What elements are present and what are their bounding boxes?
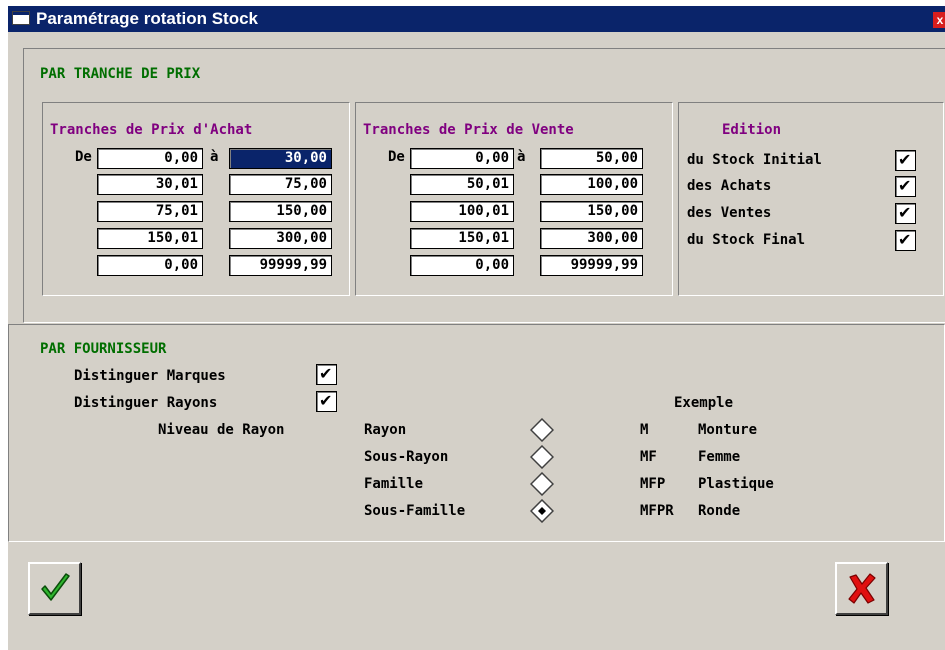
price-section-heading: PAR TRANCHE DE PRIX (40, 66, 201, 82)
edition-checkbox-initial-stock[interactable] (895, 150, 916, 171)
edition-label-initial-stock: du Stock Initial (687, 152, 822, 168)
sale-to-3[interactable]: 150,00 (540, 201, 643, 222)
level-label-sous-rayon: Sous-Rayon (364, 449, 449, 465)
example-heading: Exemple (674, 395, 734, 411)
purchase-to-3[interactable]: 150,00 (229, 201, 332, 222)
level-radio-famille[interactable] (530, 472, 554, 496)
purchase-to-label: à (210, 149, 219, 165)
level-code-sous-famille: MFPR (640, 503, 674, 519)
supplier-section-heading: PAR FOURNISSEUR (40, 341, 167, 357)
level-code-famille: MFP (640, 476, 666, 492)
edition-checkbox-sales[interactable] (895, 203, 916, 224)
edition-checkbox-purchases[interactable] (895, 176, 916, 197)
level-label-rayon: Rayon (364, 422, 407, 438)
distinguish-departments-label: Distinguer Rayons (74, 395, 218, 411)
department-level-label: Niveau de Rayon (158, 422, 285, 438)
level-radio-rayon[interactable] (530, 418, 554, 442)
edition-label-sales: des Ventes (687, 205, 772, 221)
green-checkmark-icon (41, 573, 70, 601)
level-radio-sous-famille[interactable] (530, 499, 554, 523)
dialog-window: Paramétrage rotation Stock x PAR TRANCHE… (8, 6, 945, 650)
purchase-price-heading: Tranches de Prix d'Achat (50, 122, 253, 138)
level-code-rayon: M (640, 422, 649, 438)
level-example-rayon: Monture (698, 422, 758, 438)
sale-from-1[interactable]: 0,00 (410, 148, 514, 169)
purchase-from-1[interactable]: 0,00 (97, 148, 203, 169)
distinguish-brands-checkbox[interactable] (316, 364, 337, 385)
edition-heading: Edition (722, 122, 782, 138)
sale-to-2[interactable]: 100,00 (540, 174, 643, 195)
ok-button[interactable] (28, 562, 81, 615)
level-example-sous-famille: Ronde (698, 503, 741, 519)
level-code-sous-rayon: MF (640, 449, 657, 465)
distinguish-brands-label: Distinguer Marques (74, 368, 226, 384)
edition-label-purchases: des Achats (687, 178, 772, 194)
sale-price-heading: Tranches de Prix de Vente (363, 122, 574, 138)
purchase-to-4[interactable]: 300,00 (229, 228, 332, 249)
red-x-icon (848, 573, 876, 604)
sale-to-label: à (517, 149, 526, 165)
window-icon (12, 11, 30, 25)
sale-from-5[interactable]: 0,00 (410, 255, 514, 276)
title-bar[interactable]: Paramétrage rotation Stock x (8, 6, 945, 32)
level-label-sous-famille: Sous-Famille (364, 503, 466, 519)
level-label-famille: Famille (364, 476, 424, 492)
purchase-from-3[interactable]: 75,01 (97, 201, 203, 222)
purchase-to-2[interactable]: 75,00 (229, 174, 332, 195)
sale-from-3[interactable]: 100,01 (410, 201, 514, 222)
sale-to-1[interactable]: 50,00 (540, 148, 643, 169)
sale-from-2[interactable]: 50,01 (410, 174, 514, 195)
purchase-from-2[interactable]: 30,01 (97, 174, 203, 195)
close-icon[interactable]: x (933, 12, 945, 28)
level-example-famille: Plastique (698, 476, 774, 492)
cancel-button[interactable] (835, 562, 888, 615)
sale-from-label: De (388, 149, 405, 165)
edition-label-final-stock: du Stock Final (687, 232, 806, 248)
edition-group (678, 102, 944, 296)
distinguish-departments-checkbox[interactable] (316, 391, 337, 412)
purchase-from-5[interactable]: 0,00 (97, 255, 203, 276)
level-radio-sous-rayon[interactable] (530, 445, 554, 469)
purchase-to-1[interactable]: 30,00 (229, 148, 332, 169)
purchase-to-5[interactable]: 99999,99 (229, 255, 332, 276)
sale-to-4[interactable]: 300,00 (540, 228, 643, 249)
edition-checkbox-final-stock[interactable] (895, 230, 916, 251)
purchase-from-4[interactable]: 150,01 (97, 228, 203, 249)
sale-to-5[interactable]: 99999,99 (540, 255, 643, 276)
purchase-from-label: De (75, 149, 92, 165)
window-title: Paramétrage rotation Stock (36, 9, 259, 28)
level-example-sous-rayon: Femme (698, 449, 741, 465)
sale-from-4[interactable]: 150,01 (410, 228, 514, 249)
